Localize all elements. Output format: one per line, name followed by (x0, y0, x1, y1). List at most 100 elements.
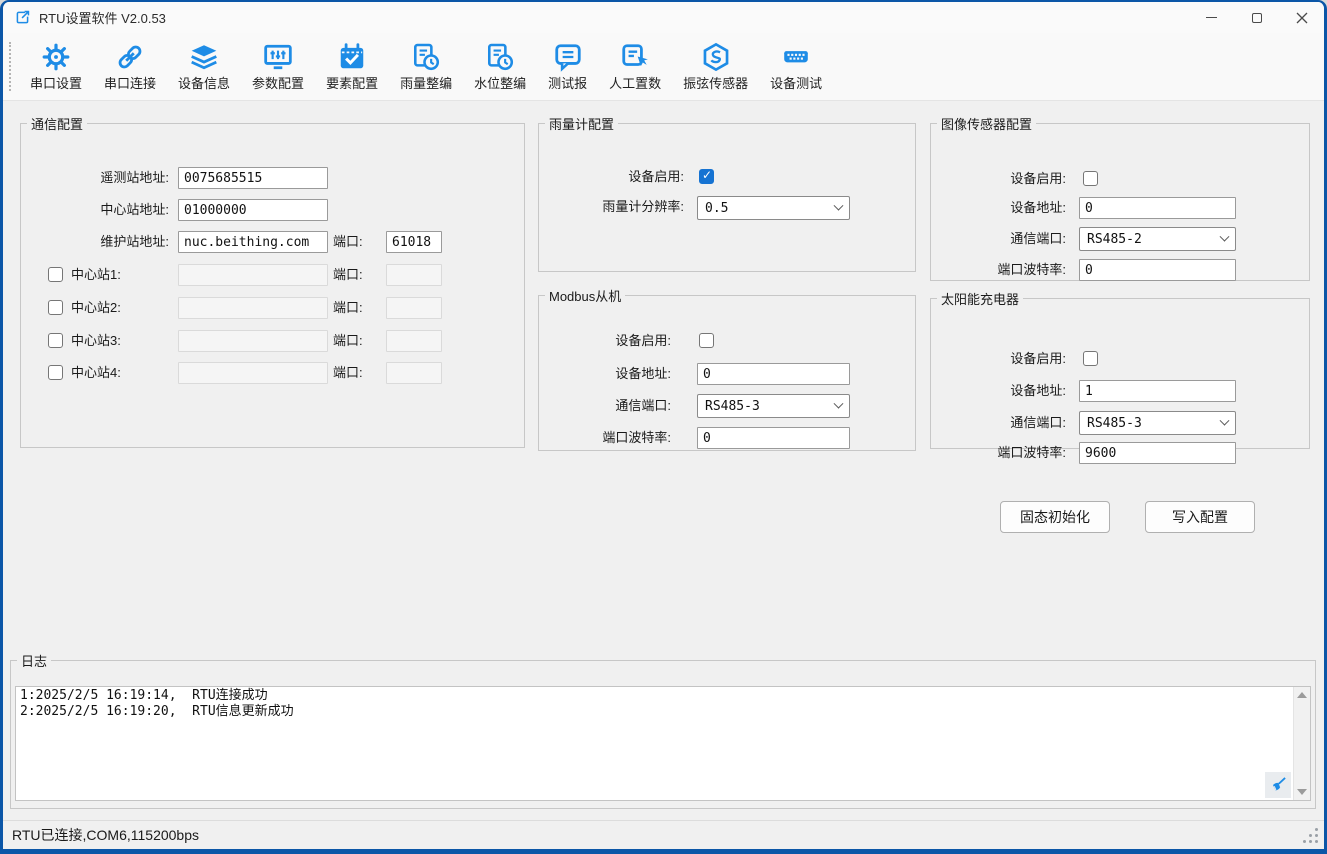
clear-log-button[interactable] (1265, 772, 1291, 798)
toolbar-label: 振弦传感器 (683, 73, 748, 92)
toolbar-grip[interactable] (9, 42, 11, 91)
port-label: 端口: (333, 231, 363, 253)
toolbar-label: 设备测试 (770, 73, 822, 92)
group-image-sensor: 图像传感器配置 设备启用: 设备地址: 通信端口: RS485-2 端口波特率: (930, 114, 1310, 281)
toolbar-serial-settings[interactable]: 串口设置 (19, 36, 93, 98)
title-bar: RTU设置软件 V2.0.53 (3, 2, 1324, 33)
toolbar-element-config[interactable]: 要素配置 (315, 36, 389, 98)
document-clock-icon (411, 42, 441, 72)
log-scrollbar[interactable] (1293, 687, 1310, 800)
port-label: 端口: (333, 264, 363, 286)
center-station-3-input[interactable] (178, 330, 328, 352)
center-station-4-port-input[interactable] (386, 362, 442, 384)
solar-address-input[interactable] (1079, 380, 1236, 402)
image-enable-label: 设备启用: (931, 168, 1066, 190)
modbus-enable-label: 设备启用: (539, 330, 671, 352)
toolbar-device-test[interactable]: 设备测试 (759, 36, 833, 98)
center-address-input[interactable] (178, 199, 328, 221)
center-station-2-input[interactable] (178, 297, 328, 319)
image-port-select[interactable]: RS485-2 (1079, 227, 1236, 251)
port-label: 端口: (333, 330, 363, 352)
group-title: 通信配置 (27, 114, 87, 133)
rain-enable-checkbox[interactable] (699, 169, 714, 184)
minimize-button[interactable] (1189, 2, 1234, 33)
maintain-port-input[interactable] (386, 231, 442, 253)
center-station-1-checkbox[interactable] (48, 267, 63, 282)
log-area[interactable]: 1:2025/2/5 16:19:14, RTU连接成功 2:2025/2/5 … (15, 686, 1311, 801)
toolbar-param-config[interactable]: 参数配置 (241, 36, 315, 98)
modbus-enable-checkbox[interactable] (699, 333, 714, 348)
center-station-1-port-input[interactable] (386, 264, 442, 286)
write-config-button[interactable]: 写入配置 (1145, 501, 1255, 533)
maximize-button[interactable] (1234, 2, 1279, 33)
connection-status: RTU已连接,COM6,115200bps (12, 825, 199, 845)
modbus-address-input[interactable] (697, 363, 850, 385)
toolbar-label: 测试报 (548, 73, 587, 92)
center-station-1-input[interactable] (178, 264, 328, 286)
connector-icon (781, 42, 811, 72)
center-address-label: 中心站地址: (21, 199, 169, 221)
rain-resolution-value: 0.5 (705, 201, 728, 216)
center-station-3-port-input[interactable] (386, 330, 442, 352)
group-rain-gauge: 雨量计配置 设备启用: 雨量计分辨率: 0.5 (538, 114, 916, 272)
toolbar-label: 雨量整编 (400, 73, 452, 92)
group-log: 日志 1:2025/2/5 16:19:14, RTU连接成功 2:2025/2… (10, 651, 1316, 809)
monitor-sliders-icon (263, 42, 293, 72)
document-clock-icon (485, 42, 515, 72)
toolbar-label: 设备信息 (178, 73, 230, 92)
center-station-2-checkbox[interactable] (48, 300, 63, 315)
rain-enable-label: 设备启用: (539, 166, 684, 188)
telemetry-address-input[interactable] (178, 167, 328, 189)
toolbar-device-info[interactable]: 设备信息 (167, 36, 241, 98)
group-title: 雨量计配置 (545, 114, 618, 133)
rain-resolution-select[interactable]: 0.5 (697, 196, 850, 220)
solid-init-button[interactable]: 固态初始化 (1000, 501, 1110, 533)
center-station-4-checkbox[interactable] (48, 365, 63, 380)
log-line: 1:2025/2/5 16:19:14, RTU连接成功 (20, 688, 1288, 704)
image-address-input[interactable] (1079, 197, 1236, 219)
document-hand-icon (620, 42, 650, 72)
maintain-address-input[interactable] (178, 231, 328, 253)
toolbar-vibrating-sensor[interactable]: 振弦传感器 (672, 36, 759, 98)
toolbar-serial-connect[interactable]: 串口连接 (93, 36, 167, 98)
image-enable-checkbox[interactable] (1083, 171, 1098, 186)
solar-address-label: 设备地址: (931, 380, 1066, 402)
toolbar-test-report[interactable]: 测试报 (537, 36, 598, 98)
center-station-3-checkbox[interactable] (48, 333, 63, 348)
image-address-label: 设备地址: (931, 197, 1066, 219)
solar-port-value: RS485-3 (1087, 416, 1142, 431)
center-station-2-port-input[interactable] (386, 297, 442, 319)
hexagon-s-icon (701, 42, 731, 72)
log-line: 2:2025/2/5 16:19:20, RTU信息更新成功 (20, 704, 1288, 720)
scroll-down-icon[interactable] (1297, 789, 1307, 795)
app-icon (14, 9, 31, 26)
group-comm-config: 通信配置 遥测站地址: 中心站地址: 维护站地址: 端口: 中心站1: 端口: … (20, 114, 525, 448)
toolbar-waterlevel-compile[interactable]: 水位整编 (463, 36, 537, 98)
center-station-4-label: 中心站4: (71, 362, 121, 384)
solar-enable-checkbox[interactable] (1083, 351, 1098, 366)
toolbar-label: 要素配置 (326, 73, 378, 92)
scroll-up-icon[interactable] (1297, 692, 1307, 698)
status-bar: RTU已连接,COM6,115200bps (3, 820, 1324, 849)
toolbar-manual-set[interactable]: 人工置数 (598, 36, 672, 98)
group-modbus-slave: Modbus从机 设备启用: 设备地址: 通信端口: RS485-3 端口波特率… (538, 286, 916, 451)
solar-enable-label: 设备启用: (931, 348, 1066, 370)
modbus-port-select[interactable]: RS485-3 (697, 394, 850, 418)
close-icon (1296, 12, 1308, 24)
toolbar-label: 串口连接 (104, 73, 156, 92)
image-port-label: 通信端口: (931, 228, 1066, 250)
modbus-baud-input[interactable] (697, 427, 850, 449)
maximize-icon (1252, 13, 1262, 23)
toolbar-label: 人工置数 (609, 73, 661, 92)
toolbar-rain-compile[interactable]: 雨量整编 (389, 36, 463, 98)
resize-grip[interactable] (1315, 840, 1318, 843)
toolbar-label: 参数配置 (252, 73, 304, 92)
chevron-down-icon (834, 200, 844, 210)
message-icon (553, 42, 583, 72)
solar-port-select[interactable]: RS485-3 (1079, 411, 1236, 435)
close-button[interactable] (1279, 2, 1324, 33)
modbus-port-label: 通信端口: (539, 395, 671, 417)
image-baud-input[interactable] (1079, 259, 1236, 281)
center-station-4-input[interactable] (178, 362, 328, 384)
solar-baud-input[interactable] (1079, 442, 1236, 464)
